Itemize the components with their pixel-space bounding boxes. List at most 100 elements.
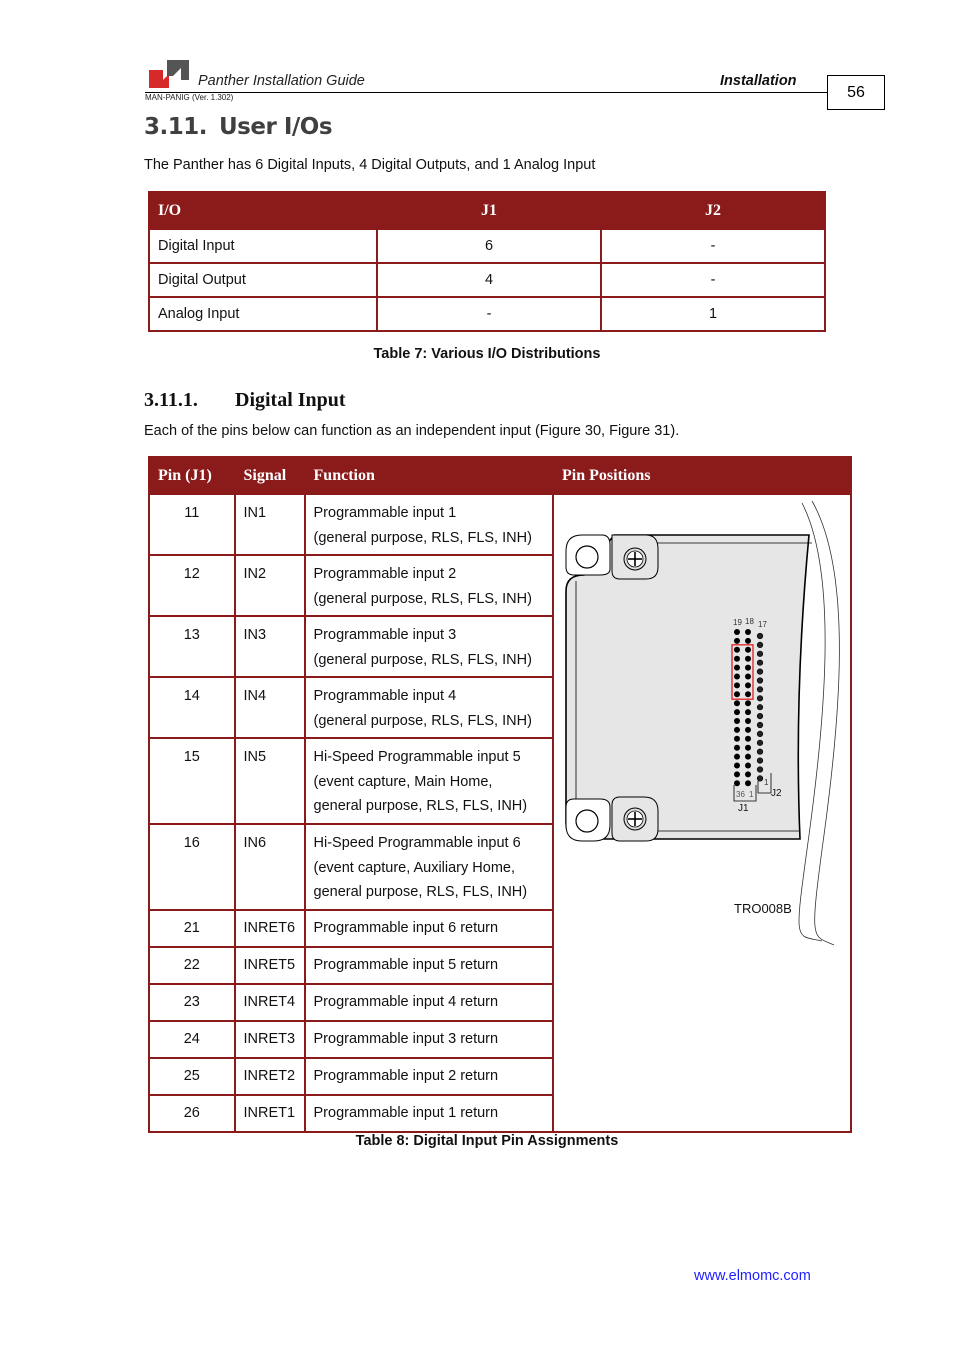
- pin-cell: 14: [148, 676, 236, 739]
- io-type-cell: Digital Input: [148, 228, 378, 264]
- j2-pin: [756, 730, 764, 737]
- j1-pin-right: [745, 655, 751, 662]
- j2-count-cell: -: [600, 228, 826, 264]
- j1-pin-right: [745, 780, 751, 787]
- j1-count-cell: -: [376, 296, 602, 332]
- signal-cell: IN4: [233, 676, 306, 739]
- function-cell: Programmable input 3 return: [303, 1020, 555, 1059]
- function-line: Programmable input 4 return: [313, 994, 499, 1010]
- function-line: Hi-Speed Programmable input 5: [313, 749, 521, 765]
- j1-pin-left: [734, 718, 740, 724]
- connector-label-j1: J1: [738, 803, 749, 814]
- function-line: Programmable input 4: [313, 688, 457, 704]
- pin-label-1-j2: 1: [764, 778, 769, 787]
- header-divider: [145, 92, 828, 93]
- function-cell: Programmable input 4 (general purpose, RL…: [303, 676, 555, 739]
- j1-pin-right: [745, 664, 751, 671]
- table-8-caption: Table 8: Digital Input Pin Assignments: [355, 1133, 619, 1149]
- mounting-hole-bottom: [575, 809, 599, 833]
- column-header-j2: J2: [600, 191, 826, 230]
- signal-cell: IN2: [233, 554, 306, 617]
- pin-label-36: 36: [736, 790, 745, 799]
- function-cell: Hi-Speed Programmable input 5 (event capt…: [303, 737, 555, 825]
- pin-cell: 12: [148, 554, 236, 617]
- function-line: (event capture, Auxiliary Home,: [313, 859, 515, 876]
- table-header-row: Pin (J1) Signal Function Pin Positions: [148, 456, 852, 495]
- column-header-signal: Signal: [233, 456, 306, 495]
- table-header-row: I/O J1 J2: [148, 191, 826, 230]
- function-line: Programmable input 1: [313, 505, 457, 521]
- j1-pin-right: [745, 771, 751, 778]
- pin-positions-figure-cell: 19 18 17 36 1 1 J1 J2 TRO008B: [552, 493, 852, 1133]
- j1-pin-left: [734, 744, 740, 751]
- function-line: Programmable input 2: [313, 566, 457, 582]
- cable-curve-right: [811, 500, 840, 946]
- j2-count-cell: 1: [600, 296, 826, 332]
- function-line: (general purpose, RLS, FLS, INH): [313, 529, 532, 546]
- mounting-hole-top: [575, 545, 599, 569]
- pin-cell: 22: [148, 946, 236, 985]
- j1-pin-left: [734, 673, 740, 680]
- pin-cell: 21: [148, 909, 236, 948]
- page-number: 56: [827, 75, 885, 110]
- function-line: Programmable input 3: [313, 627, 457, 643]
- j2-pin: [756, 650, 764, 657]
- function-cell: Programmable input 1 return: [303, 1094, 555, 1133]
- j1-pin-right: [745, 673, 751, 680]
- connector-pin-diagram: 19 18 17 36 1 1 J1 J2 TRO008B: [565, 500, 840, 946]
- j2-pin: [756, 695, 764, 702]
- j1-pin-left: [734, 780, 740, 787]
- subsection-number: 3.11.1.: [144, 389, 198, 411]
- j2-pin: [756, 632, 764, 640]
- pin-label-18: 18: [745, 617, 754, 626]
- pin-cell: 24: [148, 1020, 236, 1059]
- document-version: MAN-PANIG (Ver. 1.302): [145, 93, 234, 102]
- signal-cell: INRET4: [233, 983, 306, 1022]
- io-type-cell: Digital Output: [148, 262, 378, 298]
- j2-pin: [756, 713, 764, 720]
- j2-pin: [756, 641, 764, 648]
- j1-pin-left: [734, 664, 740, 671]
- j2-pin: [756, 659, 764, 666]
- function-line: Programmable input 5 return: [313, 957, 499, 973]
- column-header-j1: J1: [376, 191, 602, 230]
- section-intro: The Panther has 6 Digital Inputs, 4 Digi…: [144, 157, 596, 173]
- j2-pin: [756, 721, 764, 729]
- j1-pin-left: [734, 691, 740, 698]
- function-line: Programmable input 1 return: [313, 1105, 499, 1121]
- section-heading: 3.11. User I/Os: [144, 114, 333, 140]
- column-header-pin-positions: Pin Positions: [552, 456, 852, 495]
- j2-pin: [756, 686, 764, 693]
- function-cell: Programmable input 1 (general purpose, RL…: [303, 493, 555, 556]
- j1-pin-left: [734, 682, 740, 689]
- signal-cell: INRET5: [233, 946, 306, 985]
- j1-pin-left: [734, 771, 740, 778]
- elmo-logo: [149, 58, 189, 88]
- j1-pin-left: [734, 629, 740, 635]
- figure-id: TRO008B: [734, 901, 792, 916]
- j1-pin-right: [745, 709, 751, 716]
- j2-pin: [756, 668, 764, 675]
- function-line: Programmable input 3 return: [313, 1031, 499, 1047]
- function-cell: Programmable input 4 return: [303, 983, 555, 1022]
- j1-pin-left: [734, 709, 740, 716]
- io-type-cell: Analog Input: [148, 296, 378, 332]
- table-row: Digital Input 6 -: [148, 228, 826, 264]
- j1-pin-right: [745, 682, 751, 689]
- column-header-pin: Pin (J1): [148, 456, 236, 495]
- j1-pin-right: [745, 637, 751, 644]
- table-row: Digital Output 4 -: [148, 262, 826, 298]
- j1-count-cell: 6: [376, 228, 602, 264]
- function-line: (general purpose, RLS, FLS, INH): [313, 712, 532, 729]
- j2-count-cell: -: [600, 262, 826, 298]
- j1-count-cell: 4: [376, 262, 602, 298]
- table-7-caption: Table 7: Various I/O Distributions: [373, 346, 601, 362]
- j2-pin: [756, 775, 764, 782]
- function-cell: Programmable input 3 (general purpose, RL…: [303, 615, 555, 678]
- j1-pin-left: [734, 637, 740, 644]
- pin-cell: 25: [148, 1057, 236, 1096]
- table-row: 11 IN1 Programmable input 1 (general purp…: [148, 493, 852, 1133]
- j1-pin-right: [745, 744, 751, 751]
- website-link[interactable]: www.elmomc.com: [694, 1268, 811, 1284]
- j2-pin: [756, 757, 764, 764]
